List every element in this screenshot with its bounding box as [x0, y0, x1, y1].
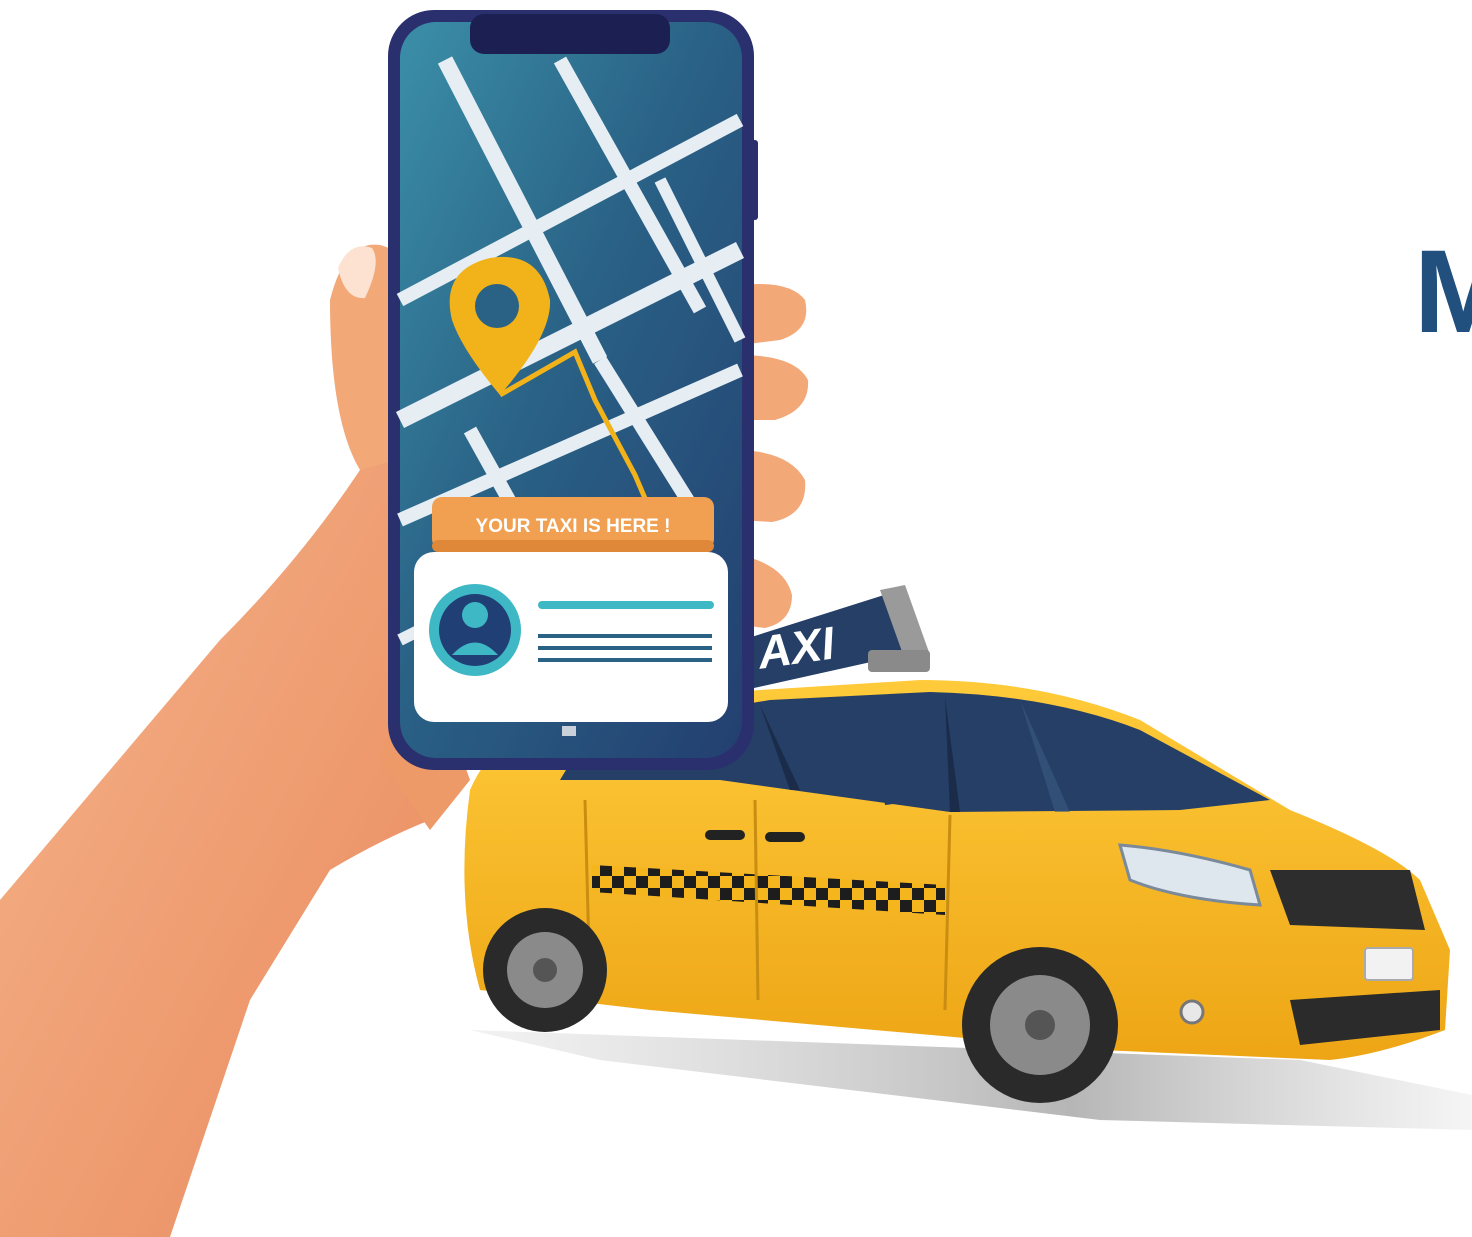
driver-info-line-3 — [538, 646, 712, 650]
driver-info-line-4 — [538, 658, 712, 662]
taxi-app-illustration: M AXI YOUR TAXI IS HERE ! — [0, 10, 1472, 1237]
smartphone: YOUR TAXI IS HERE ! — [388, 10, 758, 770]
taxi-arrival-notification: YOUR TAXI IS HERE ! — [432, 497, 714, 552]
headline: M — [1414, 226, 1472, 358]
driver-card — [414, 552, 728, 722]
driver-info-line-1 — [538, 601, 714, 609]
phone-notch — [470, 14, 670, 54]
notification-label: YOUR TAXI IS HERE ! — [476, 516, 671, 537]
arm — [0, 430, 430, 1237]
driver-info-line-2 — [538, 634, 712, 638]
taxi-rear-wheel — [483, 908, 607, 1032]
headline-text: M — [1414, 226, 1472, 358]
driver-avatar-icon — [429, 584, 521, 676]
taxi-license-plate — [1364, 947, 1414, 981]
taxi-front-wheel — [962, 947, 1118, 1103]
taxi-grille — [1270, 870, 1425, 930]
